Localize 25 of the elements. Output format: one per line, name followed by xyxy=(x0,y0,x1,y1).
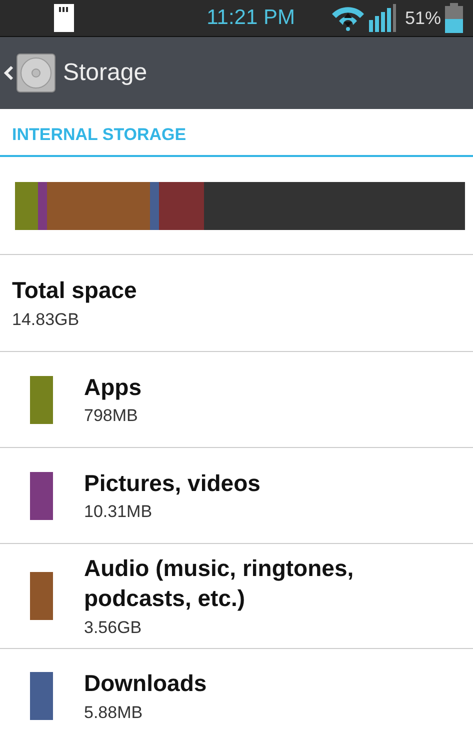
signal-icon xyxy=(368,4,397,32)
storage-category-item[interactable]: Pictures, videos 10.31MB xyxy=(0,448,473,544)
category-size: 3.56GB xyxy=(84,618,143,638)
clock: 11:21 PM xyxy=(206,6,295,30)
wifi-icon xyxy=(330,5,365,31)
sd-card-icon xyxy=(54,4,74,32)
total-space-value: 14.83GB xyxy=(12,310,80,330)
category-name: Pictures, videos xyxy=(84,468,260,498)
back-button[interactable] xyxy=(4,53,56,93)
category-name: Downloads xyxy=(84,669,207,698)
total-space-label: Total space xyxy=(12,276,137,306)
battery-icon xyxy=(445,3,463,33)
storage-category-item[interactable]: Apps 798MB xyxy=(0,352,473,448)
hard-drive-icon xyxy=(16,53,56,93)
category-name: Audio (music, ringtones, podcasts, etc.) xyxy=(84,554,355,613)
screen-title: Storage xyxy=(63,59,148,87)
storage-category-item[interactable]: Audio (music, ringtones, podcasts, etc.) 3.56GB xyxy=(0,544,473,649)
category-size: 5.88MB xyxy=(84,703,144,724)
category-name: Apps xyxy=(84,372,142,402)
section-header: INTERNAL STORAGE xyxy=(0,109,473,157)
category-size: 10.31MB xyxy=(84,502,154,522)
back-chevron-icon xyxy=(4,65,14,81)
battery-percent: 51% xyxy=(404,8,441,28)
storage-category-item[interactable]: Downloads 5.88MB xyxy=(0,648,473,737)
category-size: 798MB xyxy=(84,406,139,426)
